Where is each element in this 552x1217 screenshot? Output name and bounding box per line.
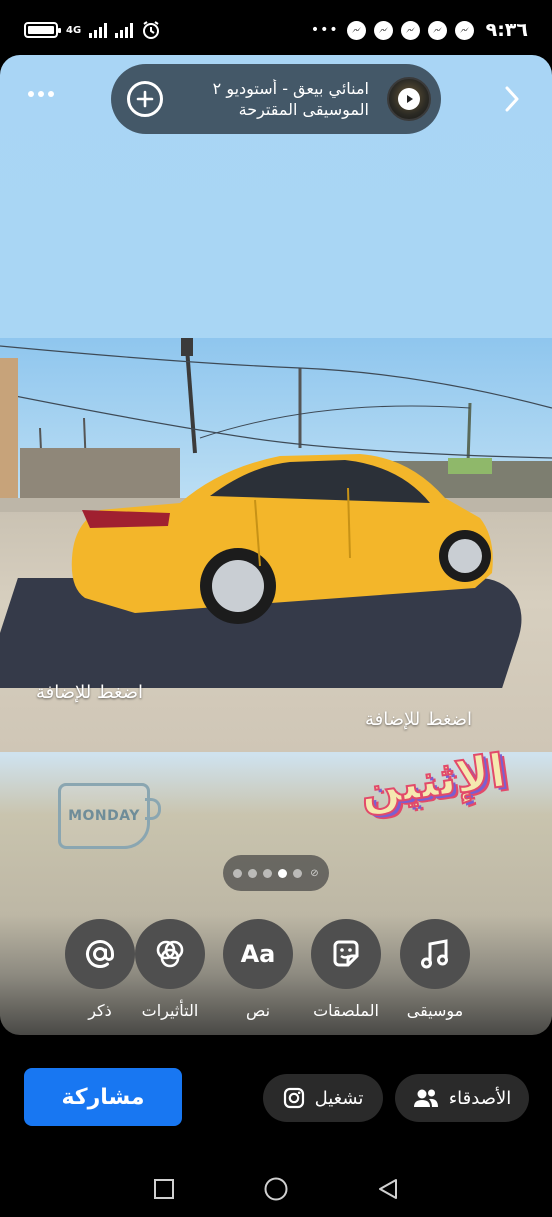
music-thumbnail[interactable]	[387, 77, 431, 121]
pager-end-icon: ⊘	[310, 867, 319, 879]
friends-audience-chip[interactable]: الأصدقاء	[395, 1074, 529, 1122]
status-left: 4G	[24, 20, 161, 40]
screen: 4G ••• ٩:٣٦ امنائي بيعق - أستوديو ٢ المو…	[0, 0, 552, 1217]
tool-music[interactable]: موسيقى	[390, 919, 480, 1020]
story-photo[interactable]: اضغط للإضافة اضغط للإضافة	[0, 338, 552, 752]
tool-mention-circle[interactable]	[65, 919, 135, 989]
signal-strength-2-icon	[115, 22, 134, 38]
network-type-label: 4G	[66, 24, 82, 36]
clock-time: ٩:٣٦	[485, 19, 528, 41]
story-editor-canvas[interactable]: امنائي بيعق - أستوديو ٢ الموسيقى المقترح…	[0, 55, 552, 1035]
tool-effects-label: التأثيرات	[141, 1001, 199, 1020]
sticker-icon	[333, 940, 359, 967]
messenger-icon	[346, 20, 366, 40]
battery-icon	[24, 22, 61, 38]
tool-effects-circle[interactable]	[135, 919, 205, 989]
music-title: امنائي بيعق - أستوديو ٢	[212, 79, 369, 98]
tap-to-add-label-right[interactable]: اضغط للإضافة	[365, 709, 472, 730]
instagram-icon	[283, 1087, 304, 1109]
more-notifications-icon: •••	[310, 22, 339, 38]
home-icon[interactable]	[263, 1176, 289, 1202]
back-icon[interactable]	[377, 1177, 399, 1201]
recent-apps-icon[interactable]	[153, 1178, 175, 1200]
pager-dot[interactable]	[248, 868, 258, 878]
play-chip[interactable]: تشغيل	[263, 1074, 383, 1122]
story-pager[interactable]: ⊘	[223, 855, 329, 891]
play-icon	[398, 88, 420, 110]
tool-text[interactable]: Aa نص	[213, 919, 303, 1020]
monday-sticker[interactable]: MONDAY	[58, 783, 161, 849]
tool-stickers-label: الملصقات	[313, 1001, 379, 1020]
chevron-right-icon[interactable]	[504, 85, 520, 113]
tool-text-circle[interactable]: Aa	[223, 919, 293, 989]
signal-strength-icon	[89, 22, 108, 38]
tool-mention-label: ذكر	[88, 1001, 112, 1020]
tool-stickers-circle[interactable]	[311, 919, 381, 989]
cup-handle	[145, 798, 161, 820]
building-left	[0, 358, 18, 498]
add-music-button[interactable]	[127, 81, 163, 117]
pager-dot[interactable]	[263, 868, 273, 878]
music-note-icon	[421, 939, 448, 969]
messenger-icon	[400, 20, 420, 40]
tool-mention[interactable]: ذكر	[55, 919, 145, 1020]
messenger-icon	[373, 20, 393, 40]
messenger-icon	[454, 20, 474, 40]
suggested-music-pill[interactable]: امنائي بيعق - أستوديو ٢ الموسيقى المقترح…	[111, 64, 441, 134]
play-chip-label: تشغيل	[314, 1087, 364, 1109]
system-nav-bar	[0, 1160, 552, 1217]
mention-at-icon	[86, 940, 114, 968]
music-info: امنائي بيعق - أستوديو ٢ الموسيقى المقترح…	[163, 79, 387, 119]
effects-icon	[156, 940, 184, 968]
tap-to-add-label-left[interactable]: اضغط للإضافة	[36, 682, 143, 703]
share-button[interactable]: مشاركة	[24, 1068, 182, 1126]
tool-music-circle[interactable]	[400, 919, 470, 989]
friends-icon	[413, 1089, 438, 1107]
more-options-icon[interactable]	[28, 91, 54, 97]
pager-dot[interactable]	[293, 868, 303, 878]
tool-music-label: موسيقى	[406, 1001, 464, 1020]
tool-stickers[interactable]: الملصقات	[301, 919, 391, 1020]
text-aa-icon: Aa	[240, 940, 276, 968]
pager-dot-active[interactable]	[278, 868, 288, 878]
monday-sticker-text: MONDAY	[68, 808, 140, 824]
tool-text-label: نص	[245, 1001, 271, 1020]
music-subtitle: الموسيقى المقترحة	[238, 100, 369, 119]
plus-icon	[136, 90, 154, 108]
friends-chip-label: الأصدقاء	[448, 1087, 512, 1109]
alarm-icon	[143, 21, 160, 39]
yellow-car-illustration	[71, 454, 493, 624]
pager-dot[interactable]	[233, 868, 243, 878]
status-bar: 4G ••• ٩:٣٦	[0, 0, 552, 60]
creative-tools-bar: موسيقى الملصقات Aa نص التأثيرات ذكر	[0, 919, 552, 1029]
status-right: ••• ٩:٣٦	[311, 19, 528, 41]
messenger-icon	[427, 20, 447, 40]
